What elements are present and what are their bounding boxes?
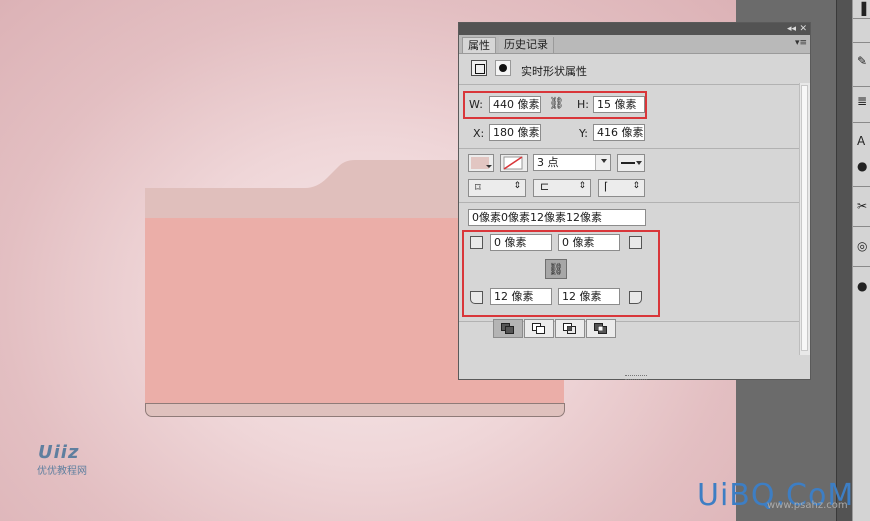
corner-bottom-right-icon <box>629 291 642 304</box>
corner-top-right-icon <box>629 236 642 249</box>
radius-bottom-right-field[interactable]: 12 像素 <box>558 288 620 305</box>
watermark-caption-left: 优优教程网 <box>37 466 87 477</box>
divider <box>459 202 799 203</box>
link-corners-button[interactable]: ⛓ <box>545 259 567 279</box>
panel-header: 实时形状属性 <box>459 54 799 85</box>
toolbar-separator <box>853 42 870 43</box>
chevron-down-icon <box>601 159 607 163</box>
updown-icon: ⇕ <box>632 181 640 191</box>
stroke-width-value: 3 点 <box>537 156 559 169</box>
toolbar-separator <box>853 122 870 123</box>
radius-top-left-field[interactable]: 0 像素 <box>490 234 552 251</box>
x-field[interactable]: 180 像素 <box>489 124 541 141</box>
y-label: Y: <box>579 127 588 140</box>
panel-dock-strip <box>836 0 853 521</box>
divider <box>459 148 799 149</box>
intersect-icon <box>563 323 576 334</box>
watermark-logo-left: Uiiz <box>38 442 80 463</box>
toolbar-separator <box>853 86 870 87</box>
stroke-width-field[interactable]: 3 点 <box>533 154 611 171</box>
height-field[interactable]: 15 像素 <box>593 96 645 113</box>
stroke-width-dropdown[interactable] <box>595 155 610 170</box>
panel-tab-bar: 属性 历史记录 ▾≡ <box>459 35 810 54</box>
tab-properties[interactable]: 属性 <box>462 37 496 53</box>
styles-icon[interactable]: ● <box>857 280 869 292</box>
watermark-caption-right: www.psahz.com <box>767 500 848 511</box>
link-dimensions-icon[interactable]: ⛓ <box>549 96 564 110</box>
toolbar-separator <box>853 226 870 227</box>
fill-color-button[interactable] <box>468 154 494 172</box>
radius-bottom-left-field[interactable]: 12 像素 <box>490 288 552 305</box>
stroke-color-button[interactable] <box>500 154 528 172</box>
no-stroke-icon <box>503 156 523 170</box>
stroke-type-dropdown[interactable] <box>617 154 645 172</box>
toolbar-separator <box>853 18 870 19</box>
panel-menu-icon[interactable]: ▾≡ <box>795 38 807 48</box>
solid-line-icon <box>621 162 635 164</box>
right-toolbar: ▐ ✎ ≣ A ● ✂ ◎ ● <box>852 0 870 521</box>
link-icon: ⛓ <box>548 262 564 276</box>
tab-history[interactable]: 历史记录 <box>499 37 554 53</box>
combine-icon <box>501 323 514 334</box>
panel-title-bar[interactable]: ◂◂ ✕ <box>459 23 810 35</box>
close-icon[interactable]: ✕ <box>799 24 807 34</box>
character-icon[interactable]: A <box>857 135 869 147</box>
cap-icon: ⊏ <box>540 180 550 193</box>
resize-grip[interactable] <box>625 375 647 380</box>
chevron-down-icon <box>636 161 642 165</box>
width-label: W: <box>469 98 483 111</box>
collapse-icon[interactable]: ◂◂ <box>787 24 796 34</box>
toolbar-separator <box>853 266 870 267</box>
scrollbar-thumb[interactable] <box>801 85 808 351</box>
exclude-shapes-button[interactable] <box>586 319 616 338</box>
tool-presets-icon[interactable]: ✂ <box>857 200 869 212</box>
folder-bottom-strip[interactable] <box>145 403 565 417</box>
subtract-icon <box>532 323 545 334</box>
toolbar-separator <box>853 186 870 187</box>
y-field[interactable]: 416 像素 <box>593 124 645 141</box>
panel-heading: 实时形状属性 <box>521 65 587 78</box>
properties-panel: ◂◂ ✕ 属性 历史记录 ▾≡ 实时形状属性 W: 440 像素 ⛓ H: 15… <box>458 22 811 380</box>
corner-bottom-left-icon <box>470 291 483 304</box>
stroke-corners-dropdown[interactable]: ⌈ ⇕ <box>598 179 645 197</box>
stroke-align-dropdown[interactable]: ⌑ ⇕ <box>468 179 526 197</box>
x-label: X: <box>473 127 485 140</box>
corner-radii-summary-field[interactable]: 0像素0像素12像素12像素 <box>468 209 646 226</box>
history-icon[interactable]: ▐ <box>857 3 869 15</box>
mask-properties-icon[interactable] <box>495 60 511 76</box>
subtract-shapes-button[interactable] <box>524 319 554 338</box>
path-operations-group <box>493 319 621 338</box>
align-inside-icon: ⌑ <box>475 181 481 194</box>
layers-icon[interactable]: ≣ <box>857 95 869 107</box>
updown-icon: ⇕ <box>578 181 586 191</box>
chevron-down-icon <box>486 165 492 168</box>
combine-shapes-button[interactable] <box>493 319 523 338</box>
width-field[interactable]: 440 像素 <box>489 96 541 113</box>
height-label: H: <box>577 98 589 111</box>
brush-icon[interactable]: ✎ <box>857 55 869 67</box>
corner-join-icon: ⌈ <box>604 180 609 193</box>
shape-properties-icon[interactable] <box>471 60 487 76</box>
paragraph-icon[interactable]: ● <box>857 160 869 172</box>
corner-top-left-icon <box>470 236 483 249</box>
intersect-shapes-button[interactable] <box>555 319 585 338</box>
exclude-icon <box>594 323 607 334</box>
adjustments-icon[interactable]: ◎ <box>857 240 869 252</box>
radius-top-right-field[interactable]: 0 像素 <box>558 234 620 251</box>
updown-icon: ⇕ <box>513 181 521 191</box>
panel-scrollbar[interactable] <box>799 83 810 355</box>
stroke-caps-dropdown[interactable]: ⊏ ⇕ <box>533 179 591 197</box>
